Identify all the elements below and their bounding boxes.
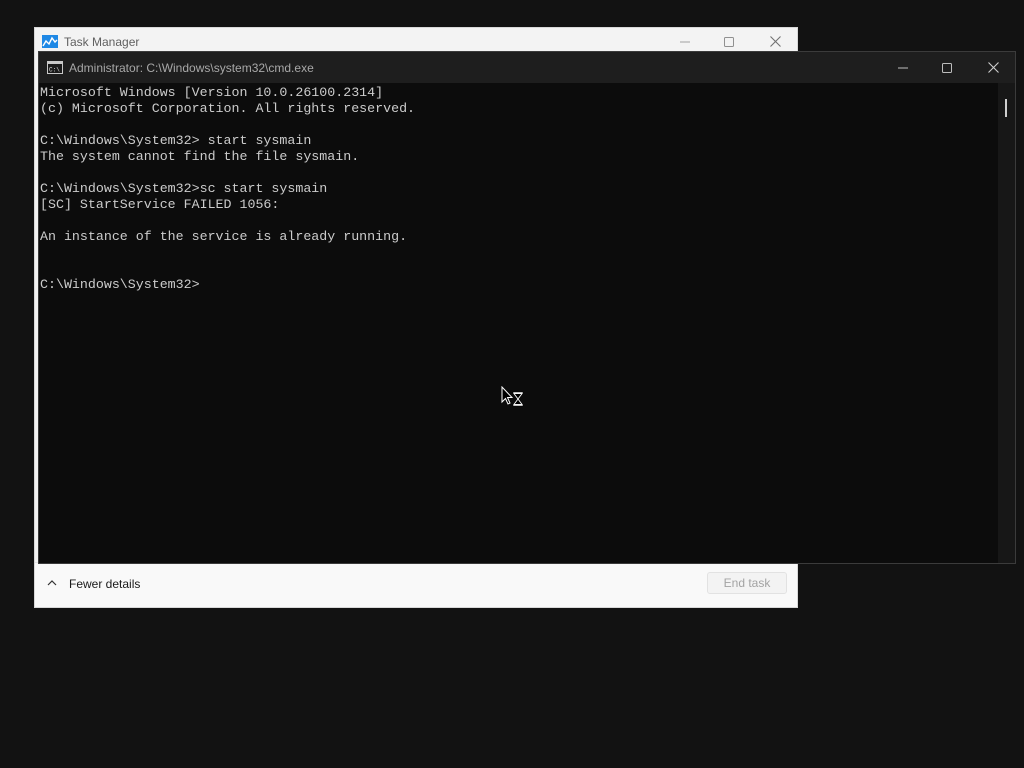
task-manager-title: Task Manager [64, 35, 140, 49]
cmd-console-output[interactable]: Microsoft Windows [Version 10.0.26100.23… [39, 83, 999, 563]
cmd-app-icon: C:\ [47, 61, 63, 74]
console-line: The system cannot find the file sysmain. [40, 149, 360, 164]
console-line: An instance of the service is already ru… [40, 229, 408, 244]
maximize-icon [942, 62, 952, 73]
console-line: Microsoft Windows [Version 10.0.26100.23… [40, 85, 384, 100]
console-line: (c) Microsoft Corporation. All rights re… [40, 101, 416, 116]
console-line: [SC] StartService FAILED 1056: [40, 197, 280, 212]
cmd-scrollbar[interactable] [998, 83, 1015, 563]
task-manager-app-icon [42, 35, 58, 48]
cmd-title: Administrator: C:\Windows\system32\cmd.e… [69, 61, 314, 75]
cmd-close-button[interactable] [970, 52, 1016, 83]
cmd-minimize-button[interactable] [880, 52, 926, 83]
end-task-button[interactable]: End task [707, 572, 787, 594]
close-icon [769, 36, 781, 47]
task-manager-footer: Fewer details End task [35, 562, 797, 607]
console-prompt-line[interactable]: C:\Windows\System32> [40, 277, 999, 293]
console-line: C:\Windows\System32>sc start sysmain [40, 181, 328, 196]
close-icon [987, 62, 999, 73]
scrollbar-thumb[interactable] [1005, 99, 1007, 117]
cmd-window[interactable]: C:\ Administrator: C:\Windows\system32\c… [38, 51, 1016, 564]
desktop: Task Manager Fewer details End task C:\ … [0, 0, 1024, 768]
cmd-maximize-button[interactable] [924, 52, 970, 83]
cmd-titlebar[interactable]: C:\ Administrator: C:\Windows\system32\c… [39, 52, 1015, 83]
fewer-details-link[interactable]: Fewer details [69, 577, 140, 591]
chevron-up-icon[interactable] [46, 577, 58, 589]
minimize-icon [680, 41, 690, 42]
busy-cursor-icon [501, 386, 524, 407]
minimize-icon [898, 67, 908, 68]
maximize-icon [724, 36, 734, 47]
console-line: C:\Windows\System32> start sysmain [40, 133, 312, 148]
svg-text:C:\: C:\ [49, 67, 60, 74]
